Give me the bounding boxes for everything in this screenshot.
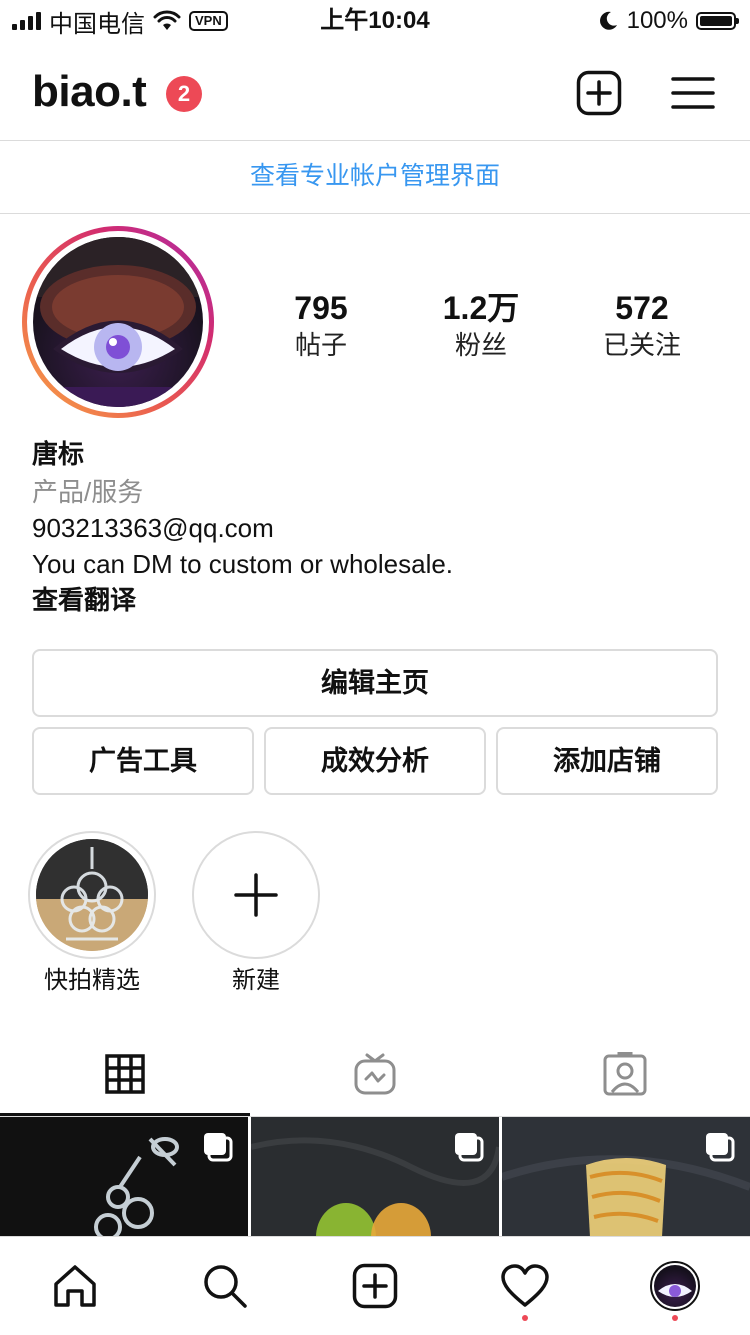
insights-button[interactable]: 成效分析 — [264, 727, 486, 795]
status-right: 100% — [597, 6, 739, 36]
home-icon — [54, 1265, 96, 1307]
profile-avatar — [650, 1261, 700, 1311]
grid-icon — [105, 1054, 145, 1094]
multiple-posts-icon — [455, 1133, 484, 1162]
following-count: 572 — [615, 290, 669, 326]
nav-create[interactable] — [300, 1237, 450, 1335]
avatar — [33, 237, 203, 407]
new-post-icon — [576, 70, 622, 116]
notification-badge: 2 — [166, 76, 202, 112]
highlight-cover — [28, 831, 156, 959]
edit-profile-button[interactable]: 编辑主页 — [32, 649, 718, 717]
heart-icon — [501, 1264, 549, 1307]
post-thumbnail[interactable] — [502, 1117, 750, 1237]
avatar-frame — [27, 231, 209, 413]
igtv-icon — [354, 1053, 396, 1095]
profile-notification-dot — [672, 1315, 678, 1321]
professional-dashboard-link[interactable]: 查看专业帐户管理界面 — [0, 141, 750, 213]
following-label: 已关注 — [602, 330, 681, 360]
battery-percent: 100% — [626, 7, 688, 34]
menu-icon — [671, 77, 715, 109]
followers-stat[interactable]: 1.2万 粉丝 — [411, 288, 551, 362]
add-shop-button[interactable]: 添加店铺 — [496, 727, 718, 795]
battery-icon — [696, 12, 739, 30]
bottom-navigation — [0, 1236, 750, 1335]
posts-label: 帖子 — [294, 330, 347, 360]
tagged-icon — [603, 1052, 647, 1096]
tab-igtv[interactable] — [250, 1032, 500, 1116]
new-highlight-label: 新建 — [232, 967, 280, 994]
search-icon — [204, 1265, 247, 1308]
posts-stat[interactable]: 795 帖子 — [251, 288, 391, 362]
menu-button[interactable] — [668, 70, 718, 116]
add-icon — [352, 1263, 398, 1309]
profile-bio: You can DM to custom or wholesale. — [32, 549, 454, 579]
profile-avatar-ring[interactable] — [22, 226, 214, 418]
post-thumbnail[interactable] — [251, 1117, 499, 1237]
highlight-label: 快拍精选 — [44, 967, 140, 994]
profile-header: biao.t 2 — [0, 44, 750, 140]
eye-avatar-image — [33, 237, 203, 407]
post-thumbnail[interactable] — [0, 1117, 248, 1237]
status-bar: 中国电信 VPN 上午10:04 100% — [0, 0, 750, 44]
username-switcher[interactable]: biao.t — [32, 64, 147, 120]
highlight-image — [36, 839, 148, 951]
followers-count: 1.2万 — [442, 290, 520, 326]
profile-tabs — [0, 1032, 750, 1116]
tab-tagged[interactable] — [500, 1032, 750, 1116]
highlight-item[interactable]: 快拍精选 — [28, 831, 156, 997]
tab-grid[interactable] — [0, 1032, 250, 1116]
followers-label: 粉丝 — [454, 330, 507, 360]
posts-count: 795 — [294, 290, 348, 326]
see-translation-link[interactable]: 查看翻译 — [32, 582, 722, 618]
new-post-button[interactable] — [574, 68, 624, 118]
moon-icon — [599, 11, 617, 30]
new-highlight-button[interactable]: 新建 — [192, 831, 320, 997]
section-divider — [0, 213, 750, 214]
profile-category: 产品/服务 — [32, 477, 144, 507]
following-stat[interactable]: 572 已关注 — [572, 288, 712, 362]
profile-email: 903213363@qq.com — [32, 513, 274, 543]
new-highlight-circle — [192, 831, 320, 959]
nav-search[interactable] — [150, 1237, 300, 1335]
multiple-posts-icon — [204, 1133, 233, 1162]
profile-name: 唐标 — [32, 439, 85, 469]
ad-tools-button[interactable]: 广告工具 — [32, 727, 254, 795]
activity-notification-dot — [522, 1315, 528, 1321]
multiple-posts-icon — [706, 1133, 735, 1162]
plus-icon — [234, 873, 278, 917]
nav-home[interactable] — [0, 1237, 150, 1335]
